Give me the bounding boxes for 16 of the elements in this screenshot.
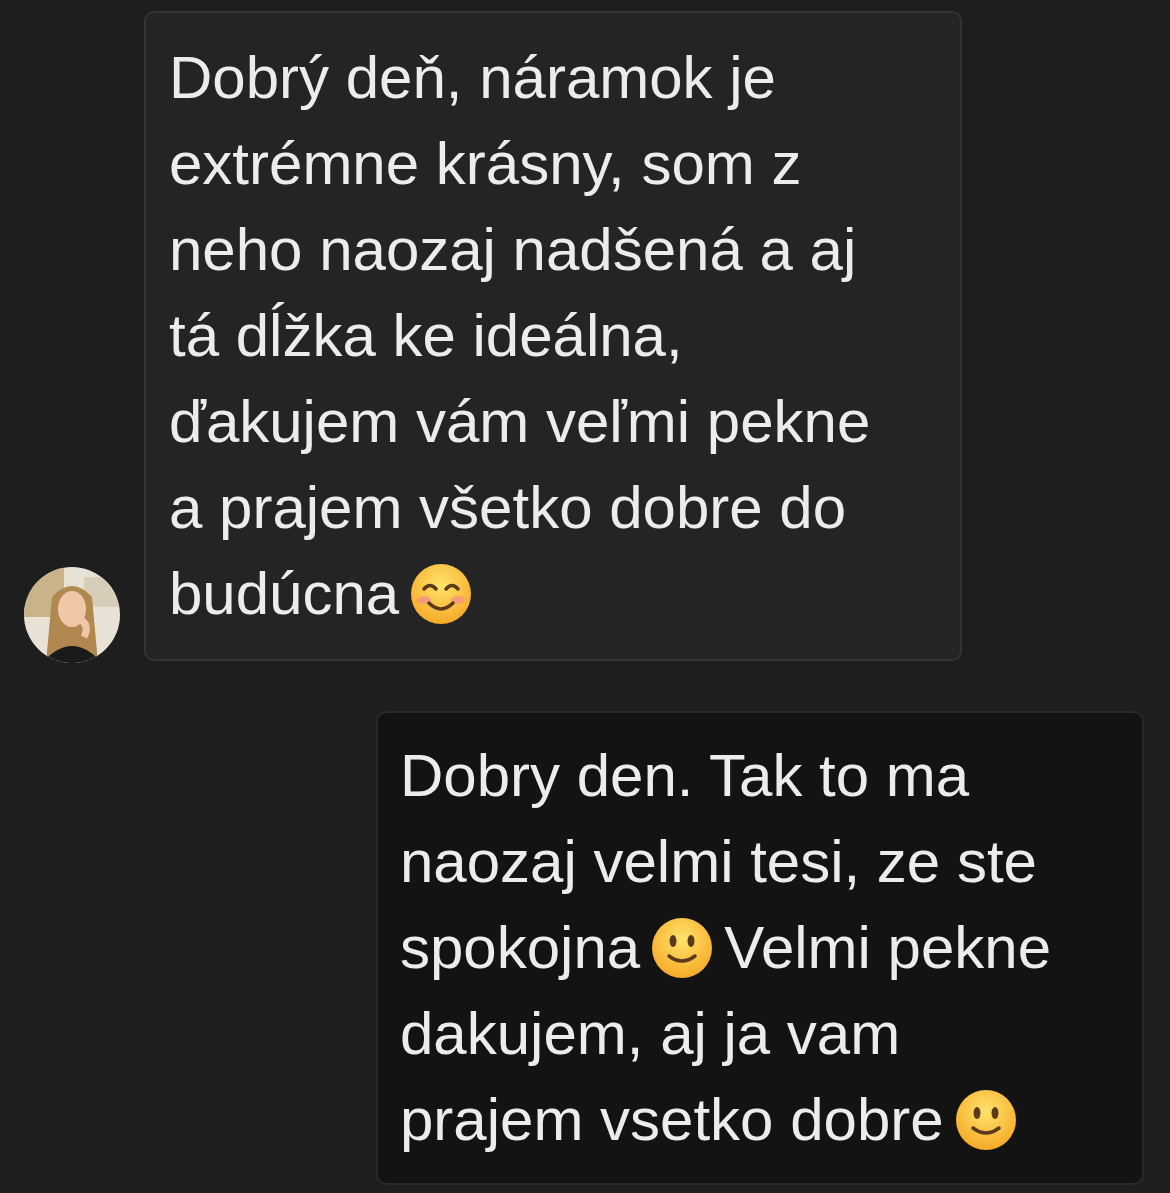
message-text: budúcna xyxy=(169,559,400,629)
smiling-face-icon xyxy=(953,1088,1018,1152)
message-text: naozaj velmi tesi, ze ste xyxy=(400,827,1037,897)
message-text: dakujem, aj ja vam xyxy=(400,999,901,1069)
message-text: Dobrý deň, náramok je xyxy=(169,43,776,113)
message-text: spokojna xyxy=(400,913,641,983)
smiling-face-icon xyxy=(409,562,474,626)
message-text: extrémne krásny, som z xyxy=(169,129,802,199)
message-text: prajem vsetko dobre xyxy=(400,1085,944,1155)
message-text: tá dĺžka ke ideálna, xyxy=(169,301,683,371)
smiling-face-icon xyxy=(650,916,715,980)
message-text: Dobry den. Tak to ma xyxy=(400,741,970,811)
message-text: a prajem všetko dobre do xyxy=(169,473,847,543)
message-text: neho naozaj nadšená a aj xyxy=(169,215,857,285)
message-text: Velmi pekne xyxy=(724,913,1052,983)
message-text: ďakujem vám veľmi pekne xyxy=(169,387,871,457)
